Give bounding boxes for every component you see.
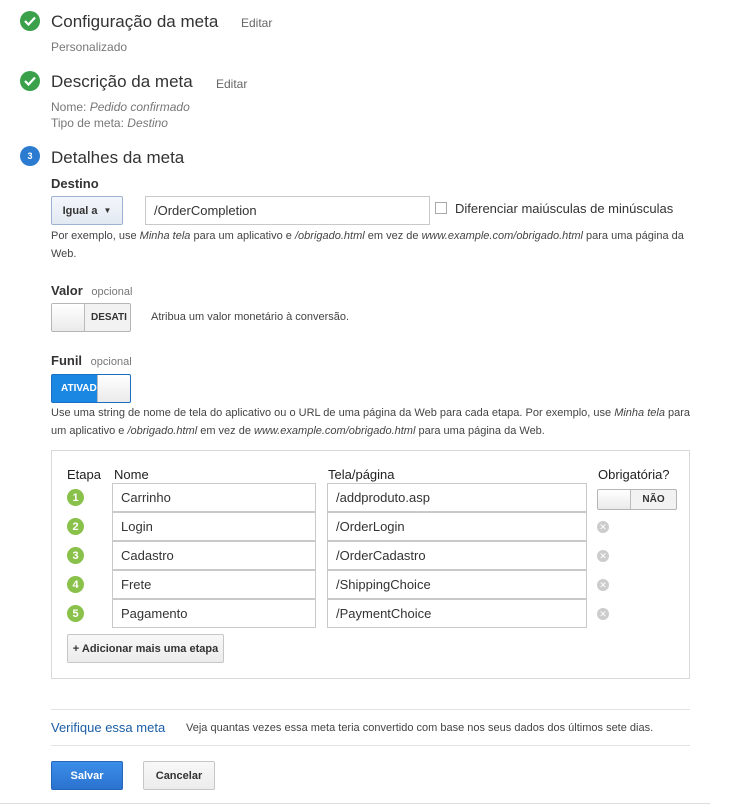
- add-step-button[interactable]: + Adicionar mais uma etapa: [67, 634, 224, 663]
- step-2-title: Descrição da meta: [51, 72, 193, 91]
- step-name-input[interactable]: Login: [112, 512, 316, 541]
- help-text: Por exemplo, use: [51, 230, 140, 242]
- step-page-input[interactable]: /OrderCadastro: [327, 541, 587, 570]
- verify-description: Veja quantas vezes essa meta teria conve…: [186, 722, 654, 734]
- save-button[interactable]: Salvar: [51, 761, 123, 790]
- header-step: Etapa: [67, 467, 101, 482]
- remove-step-icon[interactable]: ✕: [597, 521, 609, 533]
- help-text: www.example.com/obrigado.html: [421, 230, 583, 242]
- destination-label: Destino: [51, 176, 99, 191]
- goal-name: Nome: Pedido confirmado: [51, 100, 190, 114]
- destination-help: Por exemplo, use Minha tela para um apli…: [51, 227, 691, 263]
- step-2-edit-link[interactable]: Editar: [216, 77, 247, 91]
- required-toggle-text: NÃO: [642, 494, 665, 505]
- goal-name-label: Nome:: [51, 100, 87, 114]
- funnel-label: Funil opcional: [51, 353, 132, 368]
- divider: [0, 803, 710, 804]
- header-required: Obrigatória?: [598, 467, 670, 482]
- help-text: um aplicativo e: [51, 425, 128, 437]
- step-name-input[interactable]: Cadastro: [112, 541, 316, 570]
- funnel-toggle-text: ATIVAD: [61, 383, 97, 394]
- step-number-badge: 3: [67, 547, 84, 564]
- step-number-icon: 3: [20, 146, 40, 166]
- goal-name-value: Pedido confirmado: [89, 100, 190, 114]
- required-toggle[interactable]: NÃO: [597, 489, 677, 510]
- step-number-badge: 2: [67, 518, 84, 535]
- value-toggle-text: DESATI: [91, 312, 127, 323]
- help-text: para uma página da Web.: [415, 425, 545, 437]
- value-toggle[interactable]: DESATI: [51, 303, 131, 332]
- help-text: /obrigado.html: [294, 230, 365, 242]
- case-sensitive-label: Diferenciar maiúsculas de minúsculas: [455, 201, 674, 216]
- case-sensitive-checkbox[interactable]: [435, 202, 447, 214]
- toggle-knob: [52, 304, 85, 331]
- value-optional: opcional: [91, 286, 133, 298]
- funnel-toggle[interactable]: ATIVAD: [51, 374, 131, 403]
- match-type-label: Igual a: [62, 204, 98, 217]
- goal-type: Tipo de meta: Destino: [51, 116, 168, 130]
- remove-step-icon[interactable]: ✕: [597, 550, 609, 562]
- step-3-title: Detalhes da meta: [51, 148, 185, 167]
- help-text: Minha tela: [614, 407, 665, 419]
- funnel-help: Use uma string de nome de tela do aplica…: [51, 404, 701, 440]
- help-text: para: [664, 407, 691, 419]
- help-text: em vez de: [197, 425, 255, 437]
- help-text: Web.: [51, 248, 77, 260]
- step-page-input[interactable]: /OrderLogin: [327, 512, 587, 541]
- step-1-subtitle: Personalizado: [51, 40, 128, 54]
- step-name-input[interactable]: Frete: [112, 570, 316, 599]
- toggle-knob: [97, 375, 130, 402]
- toggle-knob: [598, 490, 631, 509]
- step-1-title: Configuração da meta: [51, 12, 219, 31]
- step-name-input[interactable]: Carrinho: [112, 483, 316, 512]
- cancel-button[interactable]: Cancelar: [143, 761, 215, 790]
- chevron-down-icon: ▼: [103, 206, 112, 215]
- value-description: Atribua um valor monetário à conversão.: [151, 311, 350, 323]
- help-text: /obrigado.html: [127, 425, 198, 437]
- help-text: www.example.com/obrigado.html: [254, 425, 416, 437]
- step-page-input[interactable]: /PaymentChoice: [327, 599, 587, 628]
- goal-type-value: Destino: [127, 116, 168, 130]
- step-page-input[interactable]: /ShippingChoice: [327, 570, 587, 599]
- value-label: Valor opcional: [51, 283, 132, 298]
- value-label-text: Valor: [51, 283, 83, 298]
- step-number-badge: 5: [67, 605, 84, 622]
- step-number-badge: 1: [67, 489, 84, 506]
- step-complete-icon: [20, 11, 40, 31]
- verify-goal-link[interactable]: Verifique essa meta: [51, 720, 165, 735]
- help-text: para uma página da: [582, 230, 684, 242]
- step-complete-icon: [20, 71, 40, 91]
- match-type-dropdown[interactable]: Igual a ▼: [51, 196, 123, 225]
- divider: [51, 745, 690, 746]
- help-text: Use uma string de nome de tela do aplica…: [51, 407, 615, 419]
- help-text: em vez de: [364, 230, 422, 242]
- help-text: para um aplicativo e: [190, 230, 295, 242]
- help-text: Minha tela: [139, 230, 191, 242]
- destination-url-input[interactable]: /OrderCompletion: [145, 196, 430, 225]
- remove-step-icon[interactable]: ✕: [597, 579, 609, 591]
- funnel-optional: opcional: [90, 356, 132, 368]
- funnel-label-text: Funil: [51, 353, 83, 368]
- header-name: Nome: [114, 467, 149, 482]
- header-page: Tela/página: [328, 467, 395, 482]
- step-1-edit-link[interactable]: Editar: [241, 16, 272, 30]
- divider: [51, 709, 690, 710]
- step-page-input[interactable]: /addproduto.asp: [327, 483, 587, 512]
- remove-step-icon[interactable]: ✕: [597, 608, 609, 620]
- step-name-input[interactable]: Pagamento: [112, 599, 316, 628]
- step-number-badge: 4: [67, 576, 84, 593]
- goal-type-label: Tipo de meta:: [51, 116, 124, 130]
